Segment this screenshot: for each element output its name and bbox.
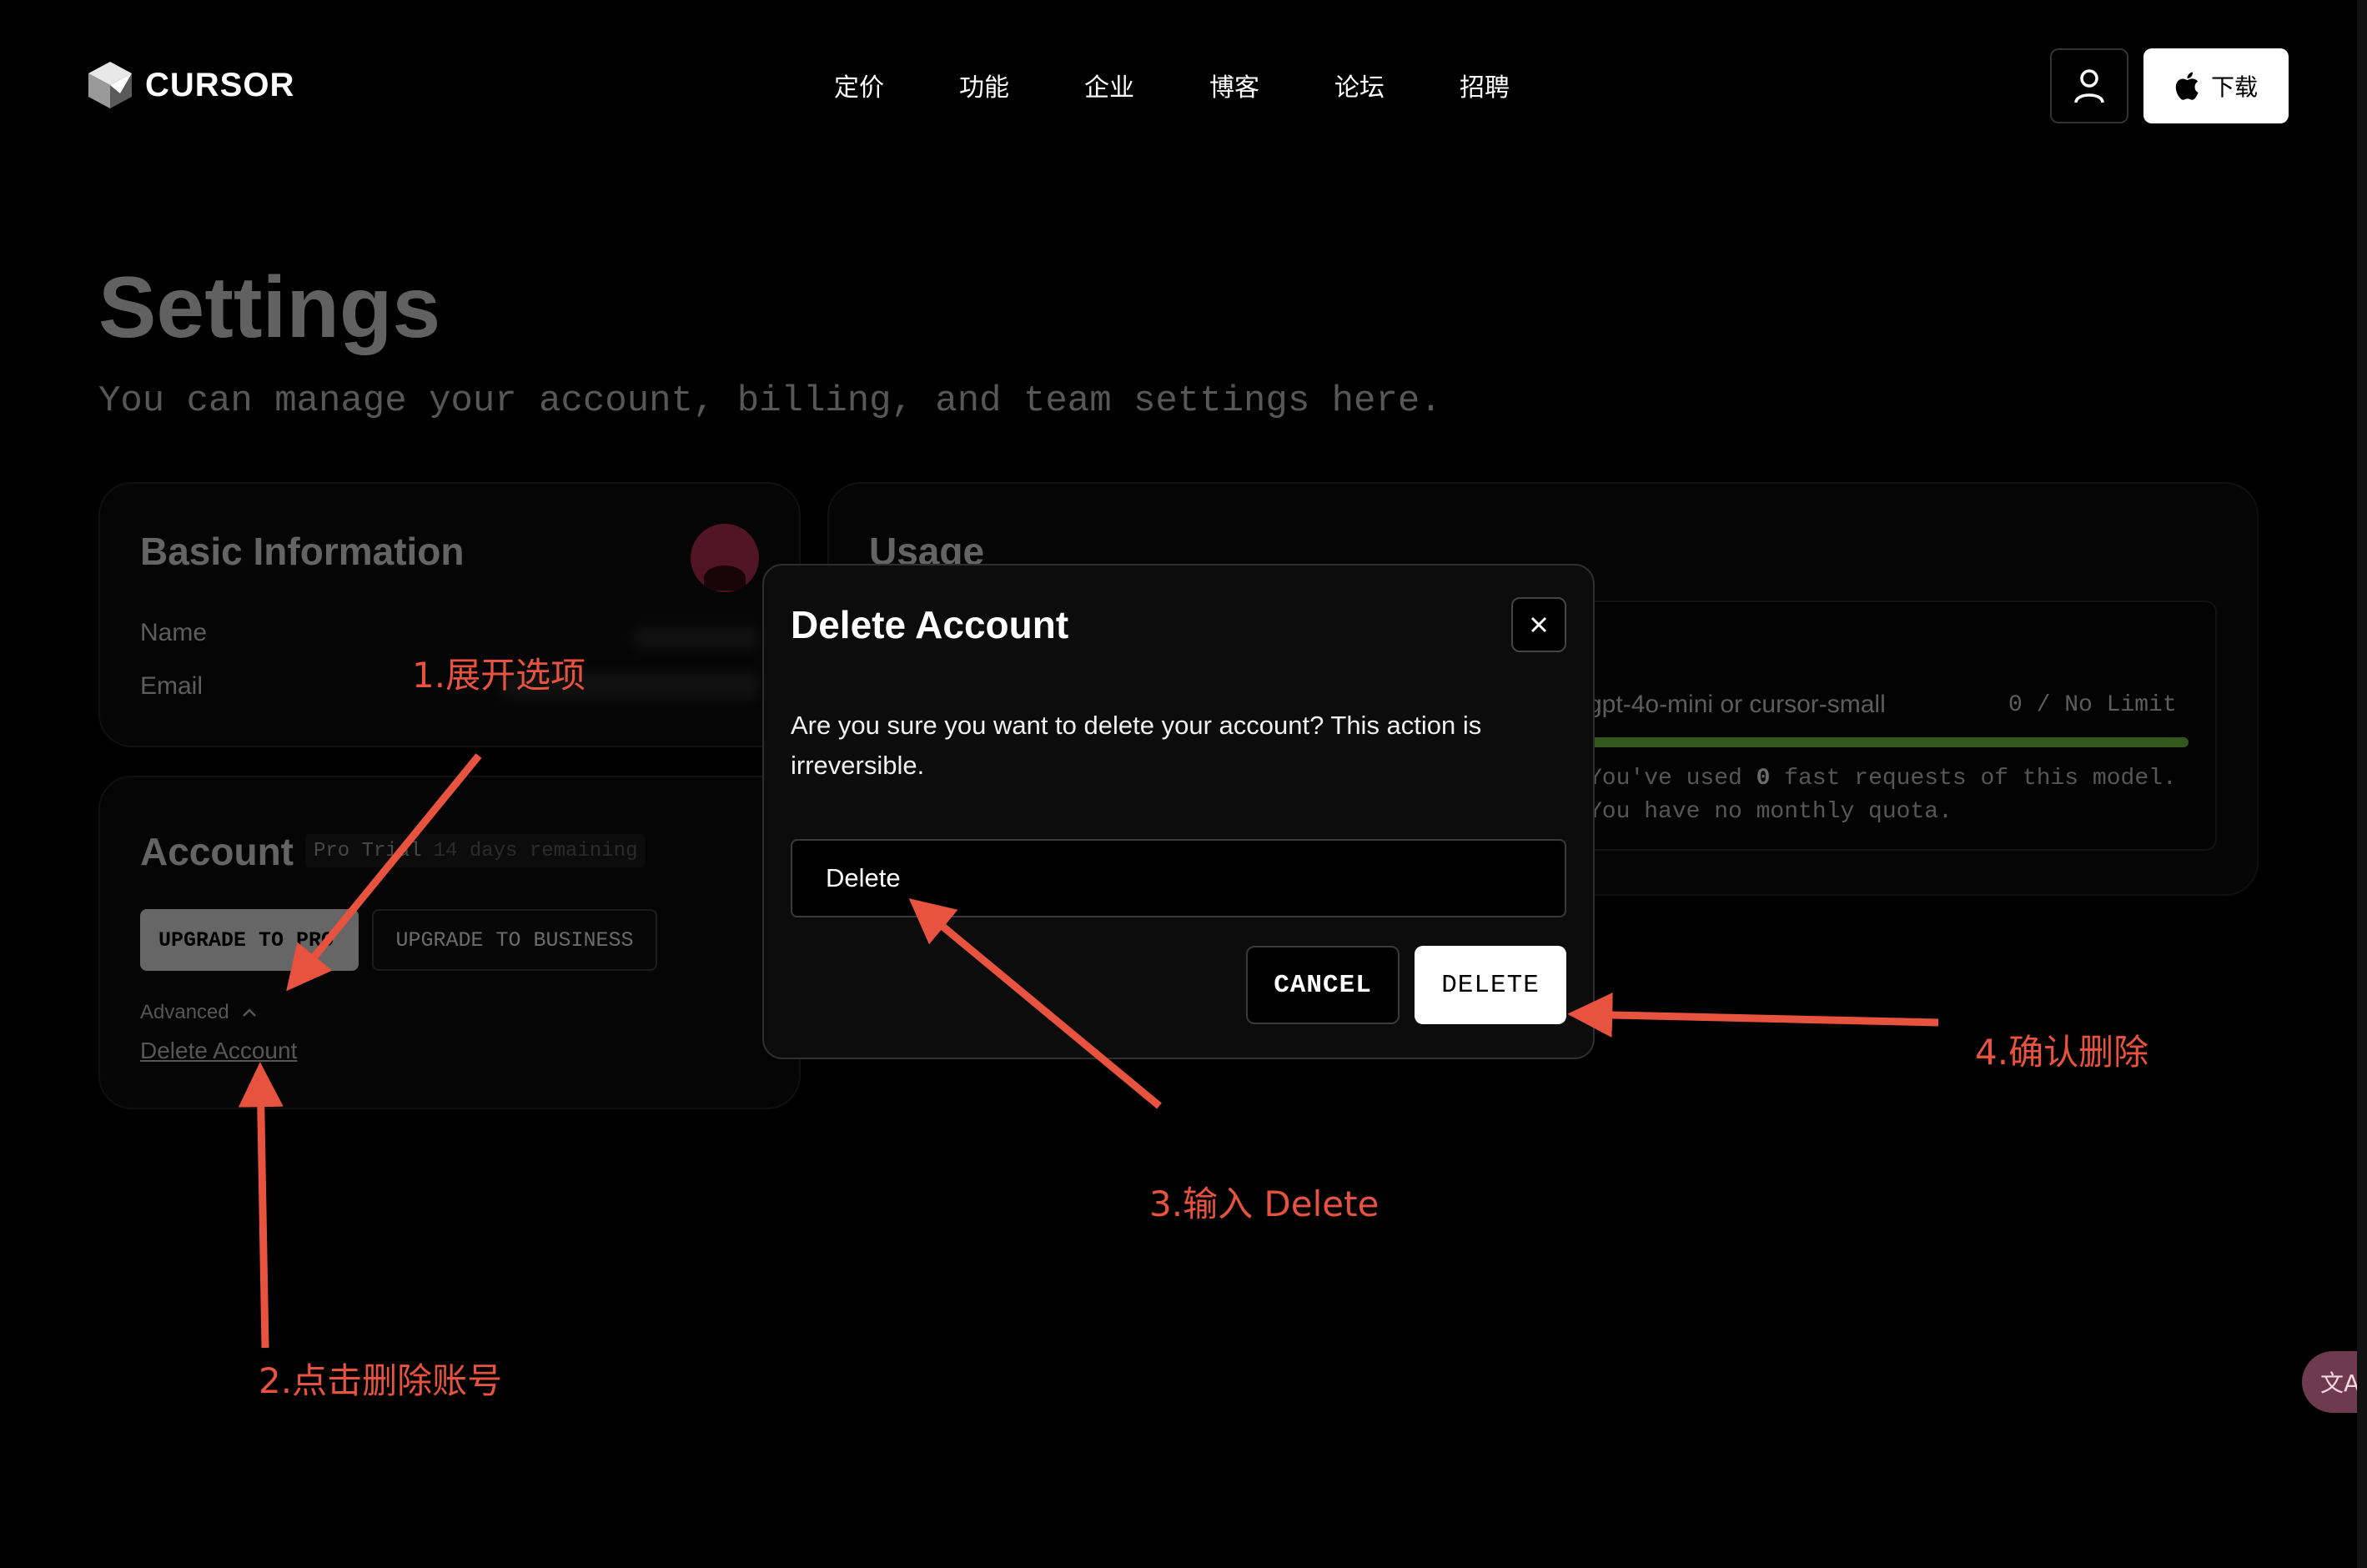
scrollbar[interactable]	[2357, 0, 2367, 1568]
basic-information-title: Basic Information	[140, 530, 465, 573]
basic-information-card	[98, 482, 801, 747]
cancel-button[interactable]: CANCEL	[1246, 946, 1400, 1024]
confirm-delete-input[interactable]	[791, 839, 1566, 917]
usage-note-count: 0	[1756, 766, 1771, 792]
nav-item-enterprise[interactable]: 企业	[1084, 67, 1209, 103]
nav-item-forum[interactable]: 论坛	[1334, 67, 1460, 103]
name-label: Name	[140, 619, 208, 646]
usage-note-suffix: fast requests of this model.	[1770, 766, 2177, 792]
chevron-up-icon	[242, 1008, 256, 1017]
email-label: Email	[140, 672, 204, 700]
user-icon	[2074, 69, 2104, 103]
plan-badge: Pro Trial 14 days remaining	[305, 834, 646, 867]
page-subtitle: You can manage your account, billing, an…	[98, 380, 1442, 422]
dialog-close-button[interactable]	[1511, 597, 1566, 652]
usage-note-line1: You've used 0 fast requests of this mode…	[1588, 762, 2177, 796]
usage-progress-bar	[1588, 737, 2189, 747]
delete-button[interactable]: DELETE	[1415, 946, 1566, 1024]
annotation-step1: 1.展开选项	[412, 655, 586, 696]
dialog-title: Delete Account	[791, 603, 1069, 646]
annotation-step4: 4.确认删除	[1975, 1032, 2149, 1073]
usage-note: You've used 0 fast requests of this mode…	[1588, 762, 2177, 829]
usage-note-line2: You have no monthly quota.	[1588, 799, 1952, 825]
advanced-label: Advanced	[140, 1001, 229, 1023]
usage-model-label: gpt-4o-mini or cursor-small	[1588, 691, 1886, 718]
cursor-logo-icon	[88, 62, 132, 108]
download-button[interactable]: 下载	[2143, 48, 2289, 123]
annotation-step2: 2.点击删除账号	[259, 1360, 503, 1401]
plan-remaining: 14 days remaining	[433, 839, 638, 862]
usage-note-prefix: You've used	[1588, 766, 1756, 792]
brand-name: CURSOR	[145, 66, 295, 103]
annotation-step3: 3.输入 Delete	[1149, 1184, 1379, 1224]
nav-item-pricing[interactable]: 定价	[834, 67, 959, 103]
delete-account-link[interactable]: Delete Account	[140, 1038, 297, 1064]
dialog-message: Are you sure you want to delete your acc…	[791, 711, 1482, 780]
upgrade-to-business-button[interactable]: UPGRADE TO BUSINESS	[372, 909, 657, 971]
upgrade-to-pro-button[interactable]: UPGRADE TO PRO	[140, 909, 359, 971]
advanced-toggle[interactable]: Advanced	[140, 1001, 258, 1024]
translate-icon: 文A	[2320, 1369, 2360, 1397]
usage-limit: 0 / No Limit	[2008, 692, 2177, 718]
nav-item-blog[interactable]: 博客	[1209, 67, 1334, 103]
nav-item-careers[interactable]: 招聘	[1460, 67, 1585, 103]
apple-icon	[2175, 72, 2199, 100]
plan-name: Pro Trial	[314, 839, 422, 862]
logo[interactable]: CURSOR	[87, 60, 294, 110]
page-title: Settings	[98, 259, 441, 356]
nav-item-features[interactable]: 功能	[959, 67, 1084, 103]
avatar[interactable]	[691, 524, 759, 592]
account-title: Account	[140, 830, 294, 873]
name-value-redacted	[634, 627, 759, 649]
arrow-step4	[1567, 993, 1939, 1038]
arrow-step2	[238, 1062, 284, 1349]
close-icon	[1530, 616, 1547, 633]
user-account-button[interactable]	[2050, 48, 2128, 123]
main-nav: 定价 功能 企业 博客 论坛 招聘	[834, 67, 1585, 103]
page: CURSOR 定价 功能 企业 博客 论坛 招聘 下载 Settings You…	[0, 0, 2367, 1568]
download-label: 下载	[2210, 73, 2258, 101]
